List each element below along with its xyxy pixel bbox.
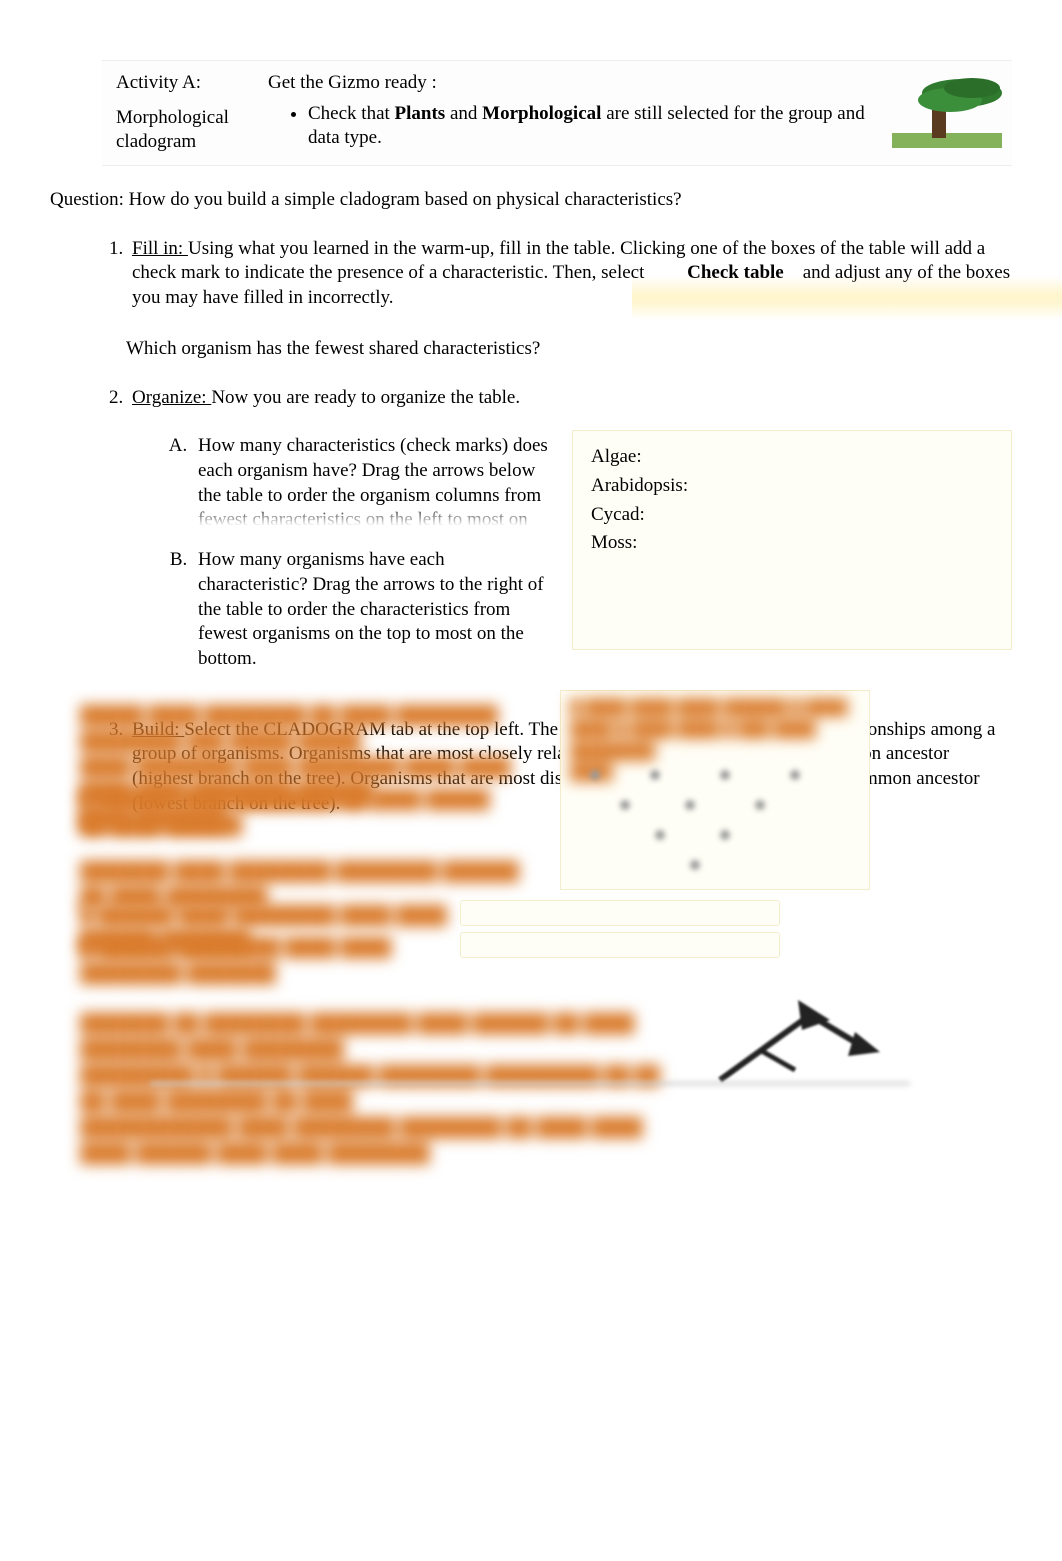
q3-body: Select the CLADOGRAM tab at the top left… bbox=[132, 719, 995, 814]
activity-name-line1: Morphological bbox=[116, 106, 256, 131]
q3-lead-u: Build: bbox=[132, 719, 184, 740]
gizmo-ready-item: Check that Plants and Morphological are … bbox=[308, 102, 872, 151]
question-heading: Question: How do you build a simple clad… bbox=[50, 188, 1012, 213]
activity-label: Activity A: bbox=[116, 71, 256, 96]
blur-dot bbox=[690, 860, 700, 870]
blur-dot bbox=[655, 830, 665, 840]
q2b-text: How many organisms have each characteris… bbox=[198, 549, 544, 669]
q2-lead-u: Organize: bbox=[132, 387, 211, 408]
q1-lead: Fill in: bbox=[132, 238, 188, 259]
arabidopsis-label: Arabidopsis: bbox=[591, 474, 993, 499]
blur-text-6: ███████ ██ ████████ ████████ ████ ██████… bbox=[80, 1010, 680, 1167]
activity-name-line2: cladogram bbox=[116, 130, 256, 155]
blur-divider bbox=[150, 1082, 910, 1085]
q2-columns: How many characteristics (check marks) d… bbox=[132, 410, 1012, 693]
gizmo-ready-title: Get the Gizmo ready : bbox=[268, 71, 872, 96]
q3: Build: Select the CLADOGRAM tab at the t… bbox=[128, 718, 1012, 817]
q2a: How many characteristics (check marks) d… bbox=[192, 434, 552, 526]
plant-image-cell bbox=[882, 60, 1012, 166]
blur-text-4: █ ██████ ████ ████████ ████ ████ ██████ … bbox=[80, 902, 500, 954]
q2a-fade bbox=[198, 504, 552, 526]
q2-sublist: How many characteristics (check marks) d… bbox=[132, 434, 552, 671]
gizmo-ready-cell: Get the Gizmo ready : Check that Plants … bbox=[262, 60, 882, 166]
main-ordered-list: Fill in: Using what you learned in the w… bbox=[50, 237, 1012, 817]
plant-icon bbox=[892, 78, 1002, 148]
blur-dot bbox=[720, 830, 730, 840]
arrow-icon bbox=[700, 990, 910, 1100]
activity-title-cell: Activity A: Morphological cladogram bbox=[102, 60, 262, 166]
q2b: How many organisms have each characteris… bbox=[192, 548, 552, 671]
q2-answer-box[interactable]: Algae: Arabidopsis: Cycad: Moss: bbox=[572, 430, 1012, 650]
q1-which-organism: Which organism has the fewest shared cha… bbox=[126, 337, 1012, 362]
gizmo-text-a: Check that bbox=[308, 103, 395, 124]
blur-answer-strip-1 bbox=[460, 900, 780, 926]
q2-sublist-wrap: How many characteristics (check marks) d… bbox=[132, 410, 552, 693]
check-table-button-label: Check table bbox=[687, 262, 784, 283]
q3-lead: Build: bbox=[132, 719, 184, 740]
gizmo-text-plants: Plants bbox=[395, 103, 446, 124]
q1: Fill in: Using what you learned in the w… bbox=[128, 237, 1012, 362]
blur-text-5: █ ██████ ████████ ████ ████ ████████ ███… bbox=[80, 934, 480, 986]
blur-answer-strip-2 bbox=[460, 932, 780, 958]
gizmo-text-morph: Morphological bbox=[482, 103, 601, 124]
q2-lead: Organize: bbox=[132, 387, 211, 408]
q2-body: Now you are ready to organize the table. bbox=[211, 387, 520, 408]
q1-lead-u: Fill in: bbox=[132, 238, 188, 259]
algae-label: Algae: bbox=[591, 445, 993, 470]
activity-header: Activity A: Morphological cladogram Get … bbox=[102, 60, 1012, 166]
gizmo-ready-list: Check that Plants and Morphological are … bbox=[268, 102, 872, 151]
moss-label: Moss: bbox=[591, 531, 993, 556]
cycad-label: Cycad: bbox=[591, 503, 993, 528]
q2a-clip: How many characteristics (check marks) d… bbox=[198, 434, 552, 526]
q2: Organize: Now you are ready to organize … bbox=[128, 386, 1012, 694]
gizmo-text-b: and bbox=[445, 103, 482, 124]
blur-text-3: ███████ ████ ████████ ████████ ██████ ██… bbox=[80, 858, 540, 910]
